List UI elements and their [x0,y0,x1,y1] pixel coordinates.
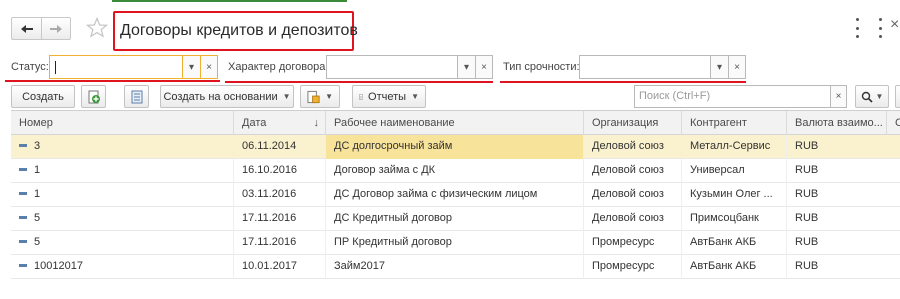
document-row-icon [19,215,27,219]
term-type-field[interactable]: ▾ × [579,55,746,79]
create-button[interactable]: Создать [11,85,75,108]
report-icon [359,94,364,99]
column-header-currency[interactable]: Валюта взаимо... [786,111,886,135]
add-copy-icon [88,90,100,103]
column-header-name[interactable]: Рабочее наименование [325,111,583,135]
contract-type-highlight-underline [225,81,493,83]
more-toolbar-button[interactable] [895,85,900,108]
close-icon[interactable]: × [890,16,899,34]
more-actions-icon[interactable] [878,18,883,38]
document-row-icon [19,191,27,195]
page-title-box: Договоры кредитов и депозитов [113,11,358,51]
clear-icon[interactable]: × [728,55,746,79]
status-field[interactable]: ▾ × [49,55,218,79]
chevron-down-icon: ▼ [282,92,291,101]
table-row[interactable]: 10012017 10.01.2017 Займ2017 Промресурс … [11,255,900,279]
search-field[interactable]: Поиск (Ctrl+F) × [634,85,847,108]
clear-icon[interactable]: × [830,85,847,108]
clear-icon[interactable]: × [200,55,218,79]
list-mode-button[interactable] [124,85,149,108]
copy-button[interactable] [81,85,106,108]
clear-icon[interactable]: × [475,55,493,79]
document-fill-icon [307,90,320,103]
active-tab-strip [112,0,347,4]
document-row-icon [19,239,27,243]
back-arrow-icon [20,24,33,33]
contracts-table: Номер Дата ↓ Рабочее наименование Органи… [11,110,900,279]
chevron-down-icon[interactable]: ▾ [710,55,728,79]
table-row[interactable]: 3 06.11.2014 ДС долгосрочный займ Делово… [11,135,900,159]
status-label: Статус: [11,61,49,73]
reports-button[interactable]: Отчеты ▼ [352,85,426,108]
column-header-organization[interactable]: Организация [583,111,681,135]
column-header-date[interactable]: Дата ↓ [233,111,325,135]
table-header: Номер Дата ↓ Рабочее наименование Органи… [11,111,900,135]
column-header-number[interactable]: Номер [11,111,233,135]
contract-type-field[interactable]: ▾ × [326,55,493,79]
favorite-star-icon[interactable] [86,17,108,39]
more-menu-icon[interactable] [855,18,860,38]
term-type-highlight-underline [500,81,746,83]
document-row-icon [19,263,27,267]
table-row[interactable]: 1 03.11.2016 ДС Договор займа с физическ… [11,183,900,207]
sort-descending-icon: ↓ [313,117,320,129]
table-row[interactable]: 1 16.10.2016 Договор займа с ДК Деловой … [11,159,900,183]
table-row[interactable]: 5 17.11.2016 ДС Кредитный договор Делово… [11,207,900,231]
chevron-down-icon: ▼ [411,92,419,101]
chevron-down-icon[interactable]: ▾ [182,55,200,79]
chevron-down-icon: ▼ [325,92,333,101]
create-based-on-button[interactable]: Создать на основании ▼ [160,85,294,108]
search-icon [861,91,873,103]
column-header-counterparty[interactable]: Контрагент [681,111,786,135]
back-button[interactable] [11,17,41,40]
document-row-icon [19,167,27,171]
table-row[interactable]: 5 17.11.2016 ПР Кредитный договор Промре… [11,231,900,255]
chevron-down-icon: ▼ [875,92,884,101]
search-button[interactable]: ▼ [855,85,889,108]
document-row-icon [19,143,27,147]
search-input[interactable]: Поиск (Ctrl+F) [634,85,830,108]
column-header-extra[interactable]: С [886,111,900,135]
chevron-down-icon[interactable]: ▾ [457,55,475,79]
list-icon [131,90,142,103]
forward-button[interactable] [41,17,71,40]
fill-button[interactable]: ▼ [300,85,340,108]
contract-type-label: Характер договора: [228,61,329,73]
status-highlight-underline [5,80,220,82]
status-input[interactable] [49,55,182,79]
term-type-input[interactable] [579,55,710,79]
text-cursor [55,61,56,74]
page-title: Договоры кредитов и депозитов [120,22,358,39]
contract-type-input[interactable] [326,55,457,79]
forward-arrow-icon [50,24,62,33]
term-type-label: Тип срочности: [503,61,580,73]
